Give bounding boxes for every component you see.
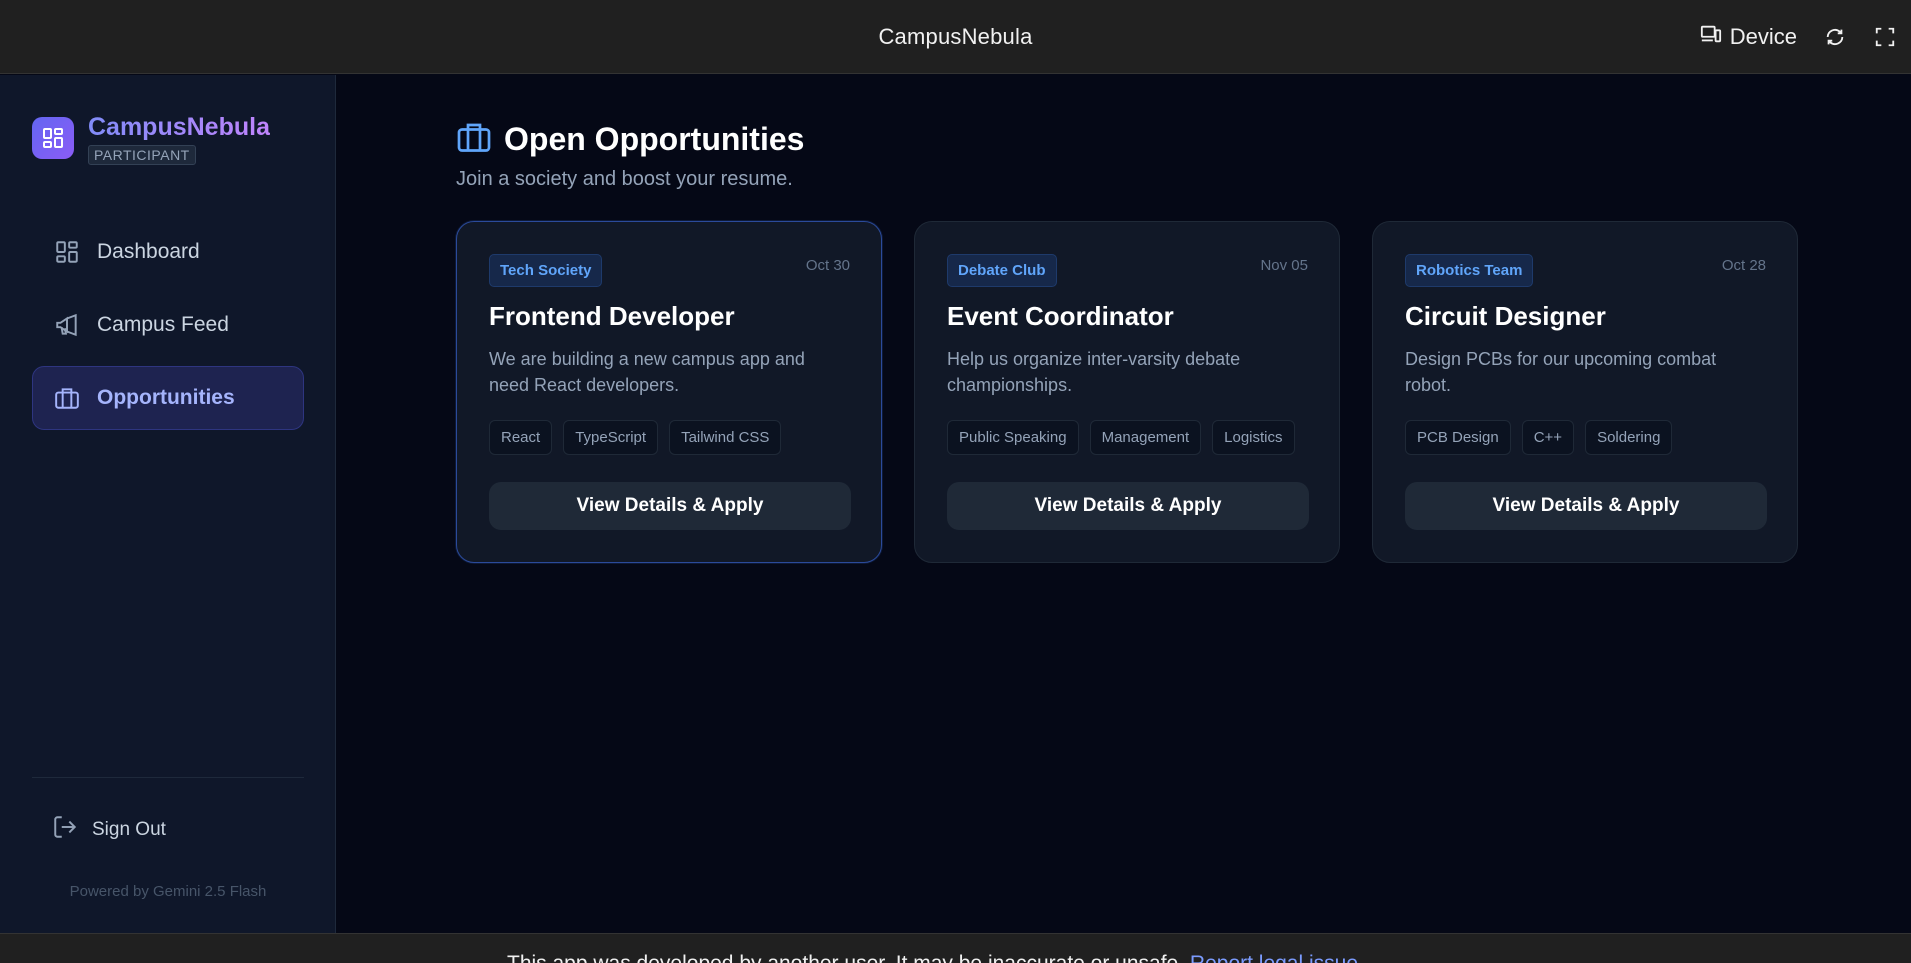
skill-chip: Management (1089, 420, 1202, 455)
logout-icon (52, 814, 78, 846)
opportunity-description: We are building a new campus app and nee… (489, 349, 805, 395)
devices-icon (1700, 23, 1722, 51)
skill-list: React TypeScript Tailwind CSS (489, 420, 849, 455)
skill-chip: TypeScript (563, 420, 659, 455)
deadline-date: Oct 30 (805, 257, 850, 274)
topbar-actions: Device (1700, 0, 1897, 74)
disclaimer-bar: This app was developed by another user. … (0, 933, 1911, 963)
skill-chip: Logistics (1212, 420, 1295, 455)
view-details-apply-button[interactable]: View Details & Apply (1405, 482, 1767, 530)
divider (32, 777, 304, 778)
app-top-bar: CampusNebula Device (0, 0, 1911, 74)
skill-chip: Soldering (1585, 420, 1673, 455)
sidebar-nav: Dashboard Campus Feed Opportunities (32, 220, 304, 439)
powered-by-text: Powered by Gemini 2.5 Flash (69, 883, 267, 900)
disclaimer-text: This app was developed by another user. … (507, 952, 1184, 963)
app-title: CampusNebula (878, 23, 1033, 49)
sidebar: CampusNebula PARTICIPANT Dashboard Campu… (0, 75, 336, 933)
opportunity-card[interactable]: Debate Club Nov 05 Event Coordinator Hel… (914, 221, 1340, 563)
page-subtitle: Join a society and boost your resume. (456, 168, 793, 190)
skill-chip: Tailwind CSS (669, 420, 782, 455)
skill-chip: PCB Design (1405, 420, 1511, 455)
report-legal-issue-link[interactable]: Report legal issue (1190, 952, 1358, 963)
logo-grid-icon (32, 117, 74, 159)
main-content: Open Opportunities Join a society and bo… (337, 75, 1911, 933)
opportunity-card[interactable]: Robotics Team Oct 28 Circuit Designer De… (1372, 221, 1798, 563)
skill-list: PCB Design C++ Soldering (1405, 420, 1765, 455)
refresh-icon[interactable] (1823, 25, 1847, 49)
opportunity-list: Tech Society Oct 30 Frontend Developer W… (456, 221, 1798, 563)
megaphone-icon (53, 311, 81, 339)
sign-out-label: Sign Out (92, 819, 166, 840)
skill-chip: Public Speaking (947, 420, 1079, 455)
sidebar-item-campus-feed[interactable]: Campus Feed (32, 293, 304, 357)
society-tag: Tech Society (489, 254, 603, 287)
view-details-apply-button[interactable]: View Details & Apply (489, 482, 851, 530)
sidebar-item-dashboard[interactable]: Dashboard (32, 220, 304, 284)
device-label: Device (1729, 24, 1797, 49)
skill-chip: C++ (1521, 420, 1575, 455)
skill-list: Public Speaking Management Logistics (947, 420, 1307, 455)
opportunity-description: Design PCBs for our upcoming combat robo… (1405, 349, 1717, 395)
society-tag: Debate Club (947, 254, 1057, 287)
society-tag: Robotics Team (1405, 254, 1534, 287)
briefcase-icon (456, 119, 492, 160)
opportunity-title: Frontend Developer (489, 301, 735, 331)
role-badge: PARTICIPANT (88, 145, 196, 165)
brand: CampusNebula PARTICIPANT (32, 112, 270, 165)
opportunity-description: Help us organize inter-varsity debate ch… (947, 349, 1241, 395)
deadline-date: Nov 05 (1260, 257, 1308, 274)
page-header: Open Opportunities Join a society and bo… (456, 119, 804, 191)
fullscreen-icon[interactable] (1873, 25, 1897, 49)
sidebar-item-opportunities[interactable]: Opportunities (32, 366, 304, 430)
deadline-date: Oct 28 (1721, 257, 1766, 274)
view-details-apply-button[interactable]: View Details & Apply (947, 482, 1309, 530)
briefcase-icon (53, 384, 81, 412)
opportunity-title: Circuit Designer (1405, 301, 1606, 331)
sidebar-item-label: Dashboard (97, 240, 200, 263)
grid-icon (53, 238, 81, 266)
skill-chip: React (489, 420, 553, 455)
page-title: Open Opportunities (504, 121, 805, 157)
sidebar-item-label: Campus Feed (97, 313, 229, 336)
sidebar-item-label: Opportunities (97, 386, 235, 409)
sign-out-button[interactable]: Sign Out (32, 805, 304, 855)
opportunity-title: Event Coordinator (947, 301, 1174, 331)
brand-name: CampusNebula (88, 113, 270, 141)
device-button[interactable]: Device (1700, 23, 1797, 51)
opportunity-card[interactable]: Tech Society Oct 30 Frontend Developer W… (456, 221, 882, 563)
